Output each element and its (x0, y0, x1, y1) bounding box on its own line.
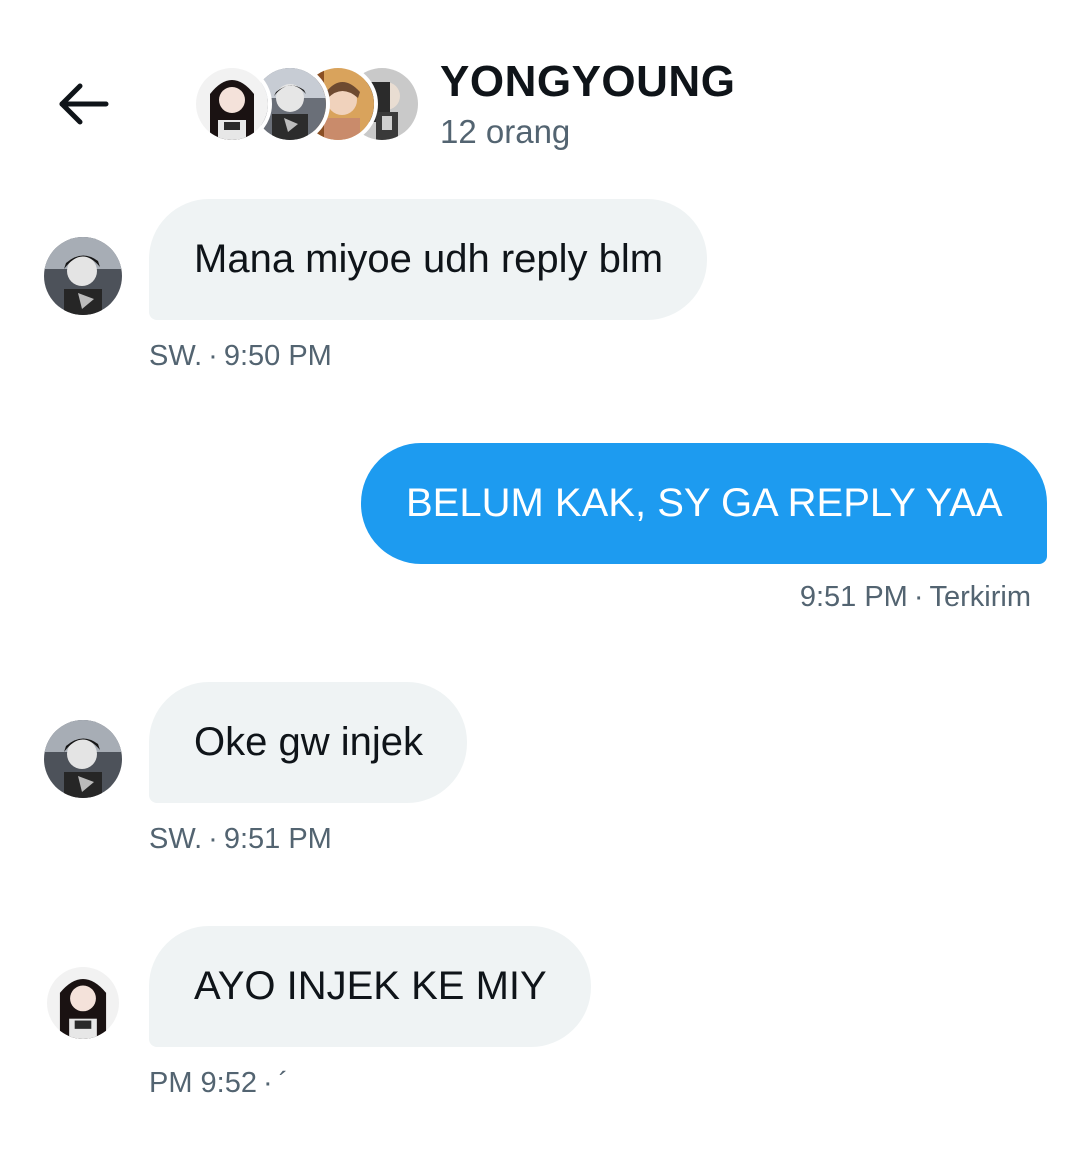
meta-separator: · (913, 581, 924, 613)
delivery-status: Terkirim (929, 581, 1032, 613)
meta-separator: · (208, 340, 218, 372)
message-time: 9:51 PM (799, 581, 908, 613)
member-count[interactable]: 12 orang (440, 110, 735, 154)
sender-avatar[interactable] (44, 720, 122, 798)
meta-separator: · (263, 1067, 273, 1099)
sender-name: SW. (149, 823, 203, 855)
conversation-header: YONGYOUNG 12 orang (0, 0, 1075, 180)
message-time: 9:50 PM (223, 340, 332, 372)
sender-avatar[interactable] (44, 237, 122, 315)
message-time: 9:51 PM (223, 823, 332, 855)
back-button[interactable] (54, 76, 114, 132)
message-meta: PM 9:52 · ´ (149, 1067, 288, 1100)
message-meta: SW. · 9:51 PM (149, 823, 332, 856)
participant-avatar (192, 64, 272, 144)
group-avatar-stack[interactable] (192, 64, 422, 144)
message-bubble-outgoing[interactable]: BELUM KAK, SY GA REPLY YAA (361, 443, 1047, 564)
message-bubble[interactable]: AYO INJEK KE MIY (149, 926, 591, 1047)
message-status-mark: ´ (278, 1067, 289, 1099)
arrow-left-icon (59, 83, 109, 125)
group-name[interactable]: YONGYOUNG (440, 56, 735, 108)
message-meta: SW. · 9:50 PM (149, 340, 332, 373)
message-bubble[interactable]: Mana miyoe udh reply blm (149, 199, 708, 320)
message-time: PM 9:52 (149, 1067, 257, 1099)
message-bubble[interactable]: Oke gw injek (149, 682, 467, 803)
message-meta: 9:51 PM · Terkirim (800, 581, 1031, 614)
sender-avatar[interactable] (47, 967, 119, 1039)
meta-separator: · (208, 823, 218, 855)
sender-name: SW. (149, 340, 203, 372)
